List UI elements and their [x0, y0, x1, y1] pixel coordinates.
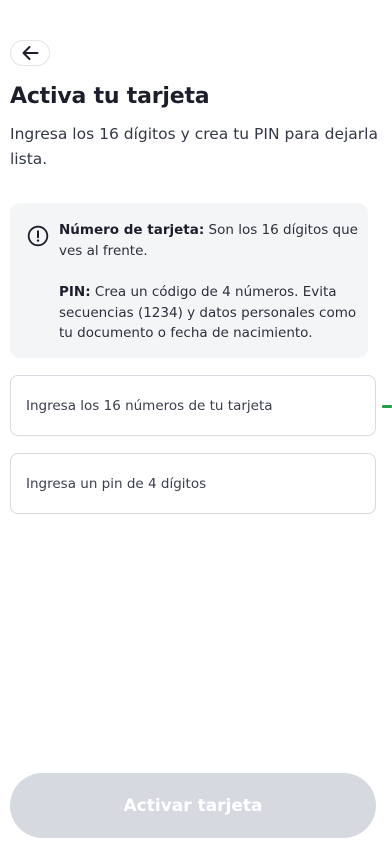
pin-hint-text: Crea un código de 4 números. Evita secue… [59, 284, 357, 341]
card-number-hint: Número de tarjeta: Son los 16 dígitos qu… [59, 220, 365, 261]
activate-card-button[interactable]: Activar tarjeta [10, 773, 376, 838]
info-text: Número de tarjeta: Son los 16 dígitos qu… [59, 220, 365, 344]
card-number-hint-label: Número de tarjeta: [59, 222, 205, 238]
page-title: Activa tu tarjeta [10, 84, 210, 109]
pin-input[interactable] [26, 475, 360, 492]
edge-accent-mark [382, 405, 392, 408]
exclamation-circle-icon [27, 225, 49, 247]
arrow-left-icon [21, 45, 39, 61]
card-number-input[interactable] [26, 397, 360, 414]
card-number-field[interactable] [10, 375, 376, 436]
back-button[interactable] [10, 40, 50, 66]
info-card: Número de tarjeta: Son los 16 dígitos qu… [10, 203, 368, 358]
page-subtitle: Ingresa los 16 dígitos y crea tu PIN par… [10, 125, 378, 168]
pin-hint-label: PIN: [59, 284, 91, 300]
pin-field[interactable] [10, 453, 376, 514]
pin-hint: PIN: Crea un código de 4 números. Evita … [59, 282, 365, 344]
